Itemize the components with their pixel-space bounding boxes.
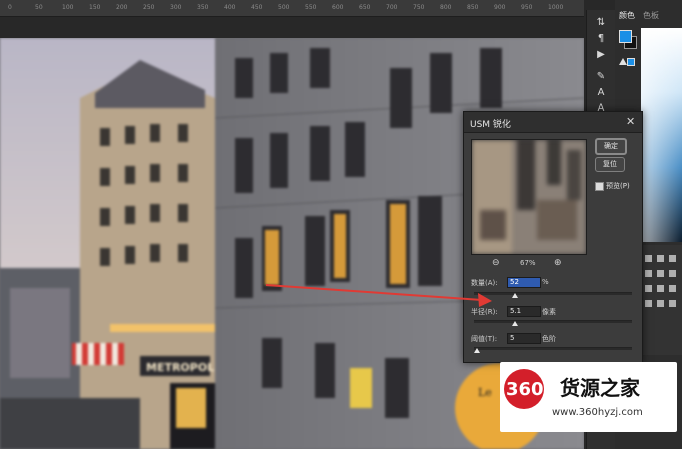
threshold-unit: 色阶 <box>542 335 556 343</box>
threshold-slider-thumb[interactable] <box>474 348 481 353</box>
ruler-tick: 200 <box>116 4 128 11</box>
radius-unit: 像素 <box>542 308 556 316</box>
ruler-tick: 600 <box>332 4 344 11</box>
ruler-tick: 950 <box>521 4 533 11</box>
ruler-tick: 850 <box>467 4 479 11</box>
dialog-title: USM 锐化 <box>470 120 511 130</box>
shop-sign: Le <box>478 386 492 399</box>
amount-label: 数量(A): <box>471 279 498 287</box>
preview-image <box>472 140 586 254</box>
history-icon[interactable]: ⇅ <box>593 16 609 30</box>
ruler-tick: 750 <box>413 4 425 11</box>
photo-filter-icon[interactable] <box>657 285 664 292</box>
logo-360: 360 <box>504 369 544 409</box>
horizontal-ruler: 0 50 100 150 200 250 300 350 400 450 500 550 600 650 7… <box>0 0 584 17</box>
zoom-out-icon[interactable]: ⊖ <box>492 258 500 268</box>
foreground-color-swatch[interactable] <box>619 30 632 43</box>
preview-checkbox-label: 预览(P) <box>606 182 630 190</box>
brightness-icon[interactable] <box>645 255 652 262</box>
panel-tabs: 颜色 色板 <box>615 8 682 24</box>
amount-slider-thumb[interactable] <box>512 293 519 298</box>
metropol-sign: METROPOL <box>146 361 214 374</box>
zoom-controls: ⊖ 67% ⊕ <box>464 258 592 270</box>
ruler-tick: 1000 <box>548 4 564 11</box>
gamut-warning-icon[interactable] <box>619 58 627 65</box>
ruler-tick: 700 <box>386 4 398 11</box>
ruler-tick: 650 <box>359 4 371 11</box>
amount-slider-track[interactable] <box>474 292 632 295</box>
site-watermark: 360 货源之家 www.360hyzj.com <box>500 362 677 432</box>
ruler-tick: 900 <box>494 4 506 11</box>
tab-color[interactable]: 颜色 <box>619 10 635 21</box>
color-picker-field[interactable] <box>641 28 682 242</box>
ruler-tick: 800 <box>440 4 452 11</box>
ruler-tick: 0 <box>8 4 12 11</box>
watermark-url: www.360hyzj.com <box>552 407 643 418</box>
web-safe-icon[interactable] <box>627 58 635 66</box>
ruler-tick: 500 <box>278 4 290 11</box>
zoom-level: 67% <box>520 259 536 267</box>
ruler-tick: 250 <box>143 4 155 11</box>
close-icon[interactable]: ✕ <box>626 115 635 128</box>
zoom-in-icon[interactable]: ⊕ <box>554 258 562 268</box>
threshold-label: 阈值(T): <box>471 335 498 343</box>
threshold-slider-track[interactable] <box>474 347 632 350</box>
gradient-map-icon[interactable] <box>669 300 676 307</box>
ruler-tick: 300 <box>170 4 182 11</box>
vibrance-icon[interactable] <box>657 270 664 277</box>
ruler-tick: 100 <box>62 4 74 11</box>
ruler-tick: 50 <box>35 4 43 11</box>
radius-input[interactable]: 5.1 <box>507 306 541 317</box>
mixer-icon[interactable] <box>669 285 676 292</box>
radius-label: 半径(R): <box>471 308 498 316</box>
dialog-titlebar[interactable]: USM 锐化 ✕ <box>464 112 642 133</box>
hue-icon[interactable] <box>669 270 676 277</box>
ruler-tick: 450 <box>251 4 263 11</box>
ruler-tick: 400 <box>224 4 236 11</box>
brush-icon[interactable]: ✎ <box>593 70 609 84</box>
ruler-tick: 550 <box>305 4 317 11</box>
ruler-tick: 150 <box>89 4 101 11</box>
reset-button[interactable]: 复位 <box>595 157 625 172</box>
amount-input[interactable]: 52 <box>507 277 541 288</box>
threshold-input[interactable]: 5 <box>507 333 541 344</box>
ruler-tick: 350 <box>197 4 209 11</box>
balance-icon[interactable] <box>645 285 652 292</box>
ok-button[interactable]: 确定 <box>595 138 627 155</box>
filter-preview[interactable] <box>471 139 587 255</box>
invert-icon[interactable] <box>645 300 652 307</box>
exposure-icon[interactable] <box>645 270 652 277</box>
text-tool-icon[interactable]: A <box>593 86 609 100</box>
radius-slider-thumb[interactable] <box>512 321 519 326</box>
levels-icon[interactable] <box>657 255 664 262</box>
posterize-icon[interactable] <box>657 300 664 307</box>
paragraph-icon[interactable]: ¶ <box>593 32 609 46</box>
logo-text: 360 <box>506 379 544 400</box>
radius-slider-track[interactable] <box>474 320 632 323</box>
preview-checkbox[interactable] <box>595 182 604 191</box>
curves-icon[interactable] <box>669 255 676 262</box>
amount-unit: % <box>542 278 549 286</box>
tab-swatches[interactable]: 色板 <box>643 10 659 21</box>
watermark-title: 货源之家 <box>560 376 640 400</box>
unsharp-mask-dialog: USM 锐化 ✕ 确定 复位 预览(P) ⊖ 67% ⊕ 数量(A): 52 %… <box>463 111 643 363</box>
play-icon[interactable]: ▶ <box>593 48 609 62</box>
